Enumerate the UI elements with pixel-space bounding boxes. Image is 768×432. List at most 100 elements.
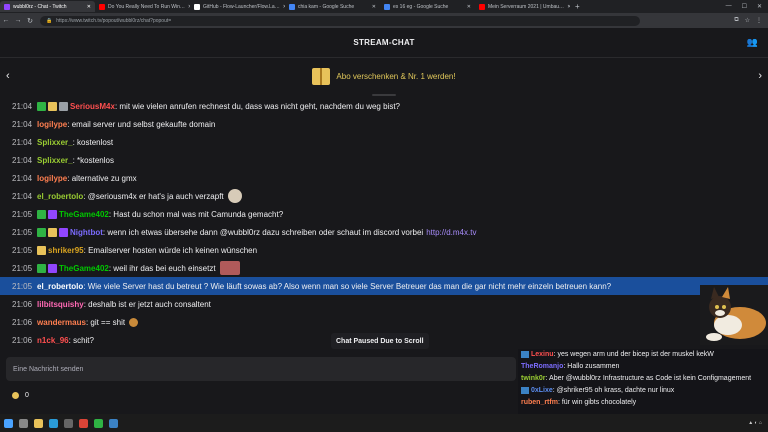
forward-icon[interactable]: → (12, 17, 24, 24)
tab-favicon-icon (99, 3, 105, 10)
message-text: : deshalb ist er jetzt auch consaltent (83, 299, 211, 309)
message-username[interactable]: n1ck_96 (37, 336, 69, 345)
message-link[interactable]: http://d.m4x.tv (426, 228, 476, 237)
message-username[interactable]: el_robertolo (37, 192, 83, 201)
user-badge-icon[interactable] (59, 227, 69, 237)
message-username[interactable]: Splixxer_ (37, 156, 73, 165)
reload-icon[interactable]: ↻ (24, 17, 36, 25)
chat-message[interactable]: 21:04 SeriousM4x: mit wie vielen anrufen … (0, 97, 768, 115)
overlay-username: ruben_rtfm (521, 399, 558, 406)
search-icon[interactable] (19, 418, 28, 428)
message-username[interactable]: lilbitsquishy (37, 300, 84, 309)
message-username[interactable]: TheGame402 (59, 264, 109, 273)
user-badge-icon[interactable] (48, 209, 58, 219)
user-badge-icon[interactable] (37, 227, 47, 237)
message-username[interactable]: Splixxer_ (37, 138, 73, 147)
message-username[interactable]: SeriousM4x (70, 102, 115, 111)
user-badge-icon[interactable] (59, 101, 69, 111)
tab-close-icon[interactable]: ✕ (372, 4, 376, 10)
windows-start-icon[interactable] (4, 418, 13, 428)
url-input[interactable]: 🔒 https://www.twitch.tv/popout/wubbl0rz/… (40, 15, 640, 26)
menu-icon[interactable]: ⋮ (756, 17, 762, 24)
message-timestamp: 21:05 (12, 281, 33, 291)
chat-message[interactable]: 21:04 Splixxer_: kostenlost (0, 133, 768, 151)
browser-tab[interactable]: Mein Serverraum 2021 | Umbau… ✕ (475, 1, 570, 12)
message-username[interactable]: el_robertolo (37, 282, 83, 291)
chat-message[interactable]: 21:05 shriker95: Emailserver hosten würde… (0, 241, 768, 259)
banner-next-icon[interactable]: › (758, 70, 762, 82)
chat-message[interactable]: 21:05 el_robertolo: Wie viele Server hast… (0, 277, 768, 295)
user-badge-icon[interactable] (48, 101, 58, 111)
monkey-emote-icon[interactable] (129, 317, 139, 327)
chat-message[interactable]: 21:05 TheGame402: Hast du schon mal was m… (0, 205, 768, 223)
chat-message-list[interactable]: 21:04 SeriousM4x: mit wie vielen anrufen … (0, 97, 768, 355)
chat-input[interactable]: Eine Nachricht senden (6, 357, 516, 381)
chat-paused-notice[interactable]: Chat Paused Due to Scroll (331, 333, 429, 349)
chat-message[interactable]: 21:04 el_robertolo: @seriousm4x er hat's … (0, 187, 768, 205)
tab-title: Mein Serverraum 2021 | Umbau… (488, 3, 565, 10)
back-icon[interactable]: ← (0, 17, 12, 24)
message-username[interactable]: shriker95 (48, 246, 84, 255)
browser-tab[interactable]: GitHub - Flow-Launcher/Flow.La… ✕ (190, 1, 285, 12)
minimize-icon[interactable]: — (726, 3, 732, 10)
user-badge-icon[interactable] (37, 263, 47, 273)
message-username[interactable]: TheGame402 (59, 210, 109, 219)
user-badge-icon[interactable] (48, 263, 58, 273)
message-text: : Emailserver hosten würde ich keinen wü… (83, 245, 258, 255)
banner-indicator (372, 94, 396, 96)
file-explorer-icon[interactable] (34, 418, 43, 428)
message-username[interactable]: logilype (37, 174, 67, 183)
chat-message[interactable]: 21:04 Splixxer_: *kostenlos (0, 151, 768, 169)
chat-message[interactable]: 21:04 logilype: alternative zu gmx (0, 169, 768, 187)
channel-points[interactable]: 0 (12, 392, 29, 399)
gift-sub-banner[interactable]: Abo verschenken & Nr. 1 werden! (0, 58, 768, 94)
user-badge-icon[interactable] (37, 209, 47, 219)
maximize-icon[interactable]: ☐ (742, 3, 747, 10)
chat-header: STREAM-CHAT 👥 (0, 28, 768, 58)
user-badge-icon[interactable] (48, 227, 58, 237)
chat-message[interactable]: 21:05 TheGame402: weil ihr das bei euch e… (0, 259, 768, 277)
user-badge-icon[interactable] (37, 245, 47, 255)
message-text: : Hast du schon mal was mit Camunda gema… (108, 209, 284, 219)
terminal-icon[interactable] (109, 418, 118, 428)
channel-points-value: 0 (25, 392, 29, 399)
message-timestamp: 21:05 (12, 209, 33, 219)
message-username[interactable]: Nightbot (70, 228, 103, 237)
settings-icon[interactable] (64, 418, 73, 428)
tab-favicon-icon (289, 3, 295, 10)
browser-tab[interactable]: Do You Really Need To Run Win…✕ (95, 1, 190, 12)
app-icon[interactable] (94, 418, 103, 428)
message-timestamp: 21:04 (12, 173, 33, 183)
chat-message[interactable]: 21:06 lilbitsquishy: deshalb ist er jetzt… (0, 295, 768, 313)
message-timestamp: 21:04 (12, 101, 33, 111)
overlay-text: : Hallo zusammen (563, 363, 620, 370)
chat-message[interactable]: 21:06 wandermaus: git == shit (0, 313, 768, 331)
system-tray[interactable]: ▲ ◐ ⌂ (748, 420, 768, 426)
overlay-badge-icon (521, 386, 529, 394)
tab-title: chia kam - Google Suche (298, 3, 355, 10)
emote-icon[interactable] (227, 189, 242, 203)
overlay-message: TheRomanjo: Hallo zusammen (518, 361, 768, 373)
close-window-icon[interactable]: ✕ (757, 3, 762, 10)
tab-favicon-icon (384, 3, 390, 10)
chat-message[interactable]: 21:05 Nightbot: wenn ich etwas übersehe d… (0, 223, 768, 241)
tab-close-icon[interactable]: ✕ (87, 4, 91, 10)
users-icon[interactable]: 👥 (746, 37, 758, 48)
star-icon[interactable]: ☆ (745, 17, 750, 24)
user-badge-icon[interactable] (37, 101, 47, 111)
message-text: : schit? (68, 335, 94, 345)
edge-icon[interactable] (49, 418, 58, 428)
tab-favicon-icon (194, 3, 200, 10)
message-username[interactable]: logilype (37, 120, 67, 129)
message-username[interactable]: wandermaus (37, 318, 86, 327)
chat-message[interactable]: 21:04 logilype: email server und selbst g… (0, 115, 768, 133)
chrome-icon[interactable] (79, 418, 88, 428)
emote-icon[interactable] (219, 261, 240, 275)
browser-tab[interactable]: wubbl0rz - Chat - Twitch ✕ (0, 1, 95, 12)
extensions-icon[interactable]: ⧉ (734, 17, 738, 24)
tab-close-icon[interactable]: ✕ (467, 4, 471, 10)
overlay-text: : yes wegen arm und der bicep ist der mu… (553, 351, 714, 358)
browser-tab[interactable]: chia kam - Google Suche ✕ (285, 1, 380, 12)
new-tab-button[interactable]: + (570, 2, 585, 11)
browser-tab[interactable]: es 16 eg - Google Suche ✕ (380, 1, 475, 12)
